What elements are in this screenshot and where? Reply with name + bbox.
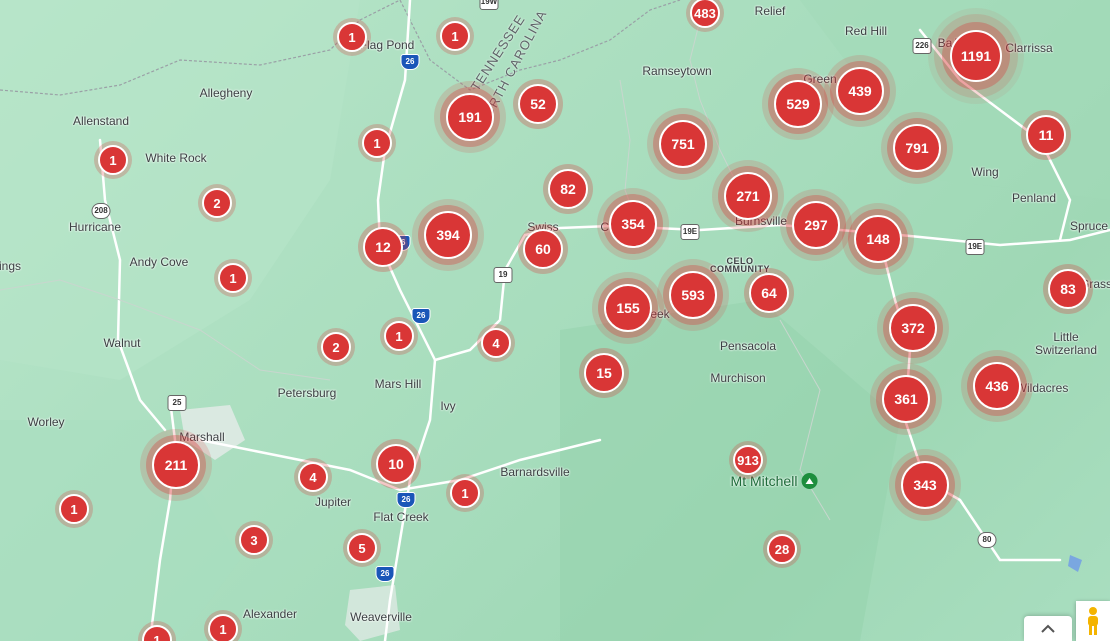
outage-cluster-marker[interactable]: 82 — [548, 169, 588, 209]
place-label: Flat Creek — [373, 510, 429, 524]
route-shield: 19 — [493, 267, 513, 283]
place-label: Barnardsville — [500, 465, 570, 479]
outage-cluster-marker[interactable]: 361 — [882, 375, 930, 423]
place-label: Marshall — [179, 430, 225, 444]
route-shield: 19W — [479, 0, 499, 10]
street-view-button[interactable] — [1076, 601, 1110, 641]
place-label: Spruce — [1069, 219, 1109, 233]
outage-cluster-marker[interactable]: 2 — [202, 188, 232, 218]
place-label: Worley — [27, 415, 65, 429]
outage-cluster-marker[interactable]: 12 — [363, 227, 403, 267]
pegman-icon — [1088, 607, 1098, 635]
outage-cluster-marker[interactable]: 3 — [239, 525, 269, 555]
outage-cluster-marker[interactable]: 211 — [152, 441, 200, 489]
outage-cluster-marker[interactable]: 10 — [376, 444, 416, 484]
outage-cluster-marker[interactable]: 1191 — [950, 30, 1002, 82]
outage-cluster-marker[interactable]: 913 — [733, 445, 763, 475]
place-label: Murchison — [710, 371, 766, 385]
outage-cluster-marker[interactable]: 4 — [298, 462, 328, 492]
outage-cluster-marker[interactable]: 148 — [854, 215, 902, 263]
place-label: Walnut — [103, 336, 141, 350]
route-shield: 19E — [965, 239, 985, 255]
map-canvas[interactable]: Flag Pond Allegheny Allenstand White Rock Hu… — [0, 0, 1110, 641]
outage-cluster-marker[interactable]: 439 — [836, 67, 884, 115]
outage-cluster-marker[interactable]: 354 — [609, 200, 657, 248]
place-label: Ramseytown — [642, 64, 712, 78]
place-label: White Rock — [145, 151, 207, 165]
place-label: ings — [0, 259, 22, 273]
outage-cluster-marker[interactable]: 271 — [724, 172, 772, 220]
place-label: Mars Hill — [374, 377, 422, 391]
mountain-icon — [801, 473, 818, 489]
place-label: Pensacola — [719, 339, 777, 353]
place-label: Clarrissa — [1005, 41, 1053, 55]
outage-cluster-marker[interactable]: 83 — [1048, 269, 1088, 309]
outage-cluster-marker[interactable]: 15 — [584, 353, 624, 393]
route-shield: 26 — [400, 54, 420, 70]
outage-cluster-marker[interactable]: 4 — [481, 328, 511, 358]
outage-cluster-marker[interactable]: 52 — [518, 84, 558, 124]
outage-cluster-marker[interactable]: 1 — [337, 22, 367, 52]
route-shield: 208 — [91, 203, 111, 219]
outage-cluster-marker[interactable]: 11 — [1026, 115, 1066, 155]
outage-cluster-marker[interactable]: 191 — [446, 93, 494, 141]
place-label: Ivy — [440, 399, 456, 413]
outage-cluster-marker[interactable]: 593 — [669, 271, 717, 319]
place-label: Penland — [1011, 191, 1057, 205]
outage-cluster-marker[interactable]: 436 — [973, 362, 1021, 410]
place-label: eek — [650, 307, 670, 321]
collapse-button[interactable] — [1024, 616, 1072, 641]
route-shield: 26 — [375, 566, 395, 582]
poi-label: Mt Mitchell — [730, 473, 798, 489]
outage-cluster-marker[interactable]: 155 — [604, 284, 652, 332]
outage-cluster-marker[interactable]: 1 — [98, 145, 128, 175]
chevron-up-icon — [1041, 624, 1055, 633]
outage-cluster-marker[interactable]: 2 — [321, 332, 351, 362]
community-label: COMMUNITY — [710, 264, 770, 274]
route-shield: 19E — [680, 224, 700, 240]
route-shield: 25 — [167, 395, 187, 411]
route-shield: 80 — [977, 532, 997, 548]
place-label: Andy Cove — [129, 255, 189, 269]
outage-cluster-marker[interactable]: 5 — [347, 533, 377, 563]
outage-cluster-marker[interactable]: 28 — [767, 534, 797, 564]
place-label: Allenstand — [72, 114, 130, 128]
outage-cluster-marker[interactable]: 343 — [901, 461, 949, 509]
place-label: Allegheny — [199, 86, 253, 100]
poi-mt-mitchell[interactable]: Mt Mitchell — [731, 473, 818, 489]
place-label: Wing — [971, 165, 999, 179]
outage-cluster-marker[interactable]: 60 — [523, 229, 563, 269]
outage-cluster-marker[interactable]: 1 — [440, 21, 470, 51]
outage-cluster-marker[interactable]: 1 — [208, 614, 238, 641]
outage-cluster-marker[interactable]: 751 — [659, 120, 707, 168]
outage-cluster-marker[interactable]: 372 — [889, 304, 937, 352]
place-label: Flag Pond — [359, 38, 415, 52]
place-label: Red Hill — [844, 24, 888, 38]
outage-cluster-marker[interactable]: 64 — [749, 273, 789, 313]
place-label: Jupiter — [314, 495, 352, 509]
place-label: Weaverville — [350, 610, 412, 624]
place-label: Hurricane — [68, 220, 122, 234]
outage-cluster-marker[interactable]: 529 — [774, 80, 822, 128]
place-label: Switzerland — [1034, 343, 1098, 357]
route-shield: 226 — [912, 38, 932, 54]
route-shield: 26 — [396, 492, 416, 508]
outage-cluster-marker[interactable]: 1 — [450, 478, 480, 508]
outage-cluster-marker[interactable]: 394 — [424, 211, 472, 259]
outage-cluster-marker[interactable]: 791 — [893, 124, 941, 172]
place-label: Relief — [754, 4, 786, 18]
place-label: Alexander — [242, 607, 298, 621]
place-label: Wildacres — [1015, 381, 1069, 395]
outage-cluster-marker[interactable]: 1 — [59, 494, 89, 524]
outage-cluster-marker[interactable]: 1 — [362, 128, 392, 158]
place-label: Petersburg — [277, 386, 337, 400]
outage-cluster-marker[interactable]: 297 — [792, 201, 840, 249]
route-shield: 26 — [411, 308, 431, 324]
place-label: Little — [1053, 330, 1079, 344]
outage-cluster-marker[interactable]: 1 — [384, 321, 414, 351]
outage-cluster-marker[interactable]: 1 — [218, 263, 248, 293]
